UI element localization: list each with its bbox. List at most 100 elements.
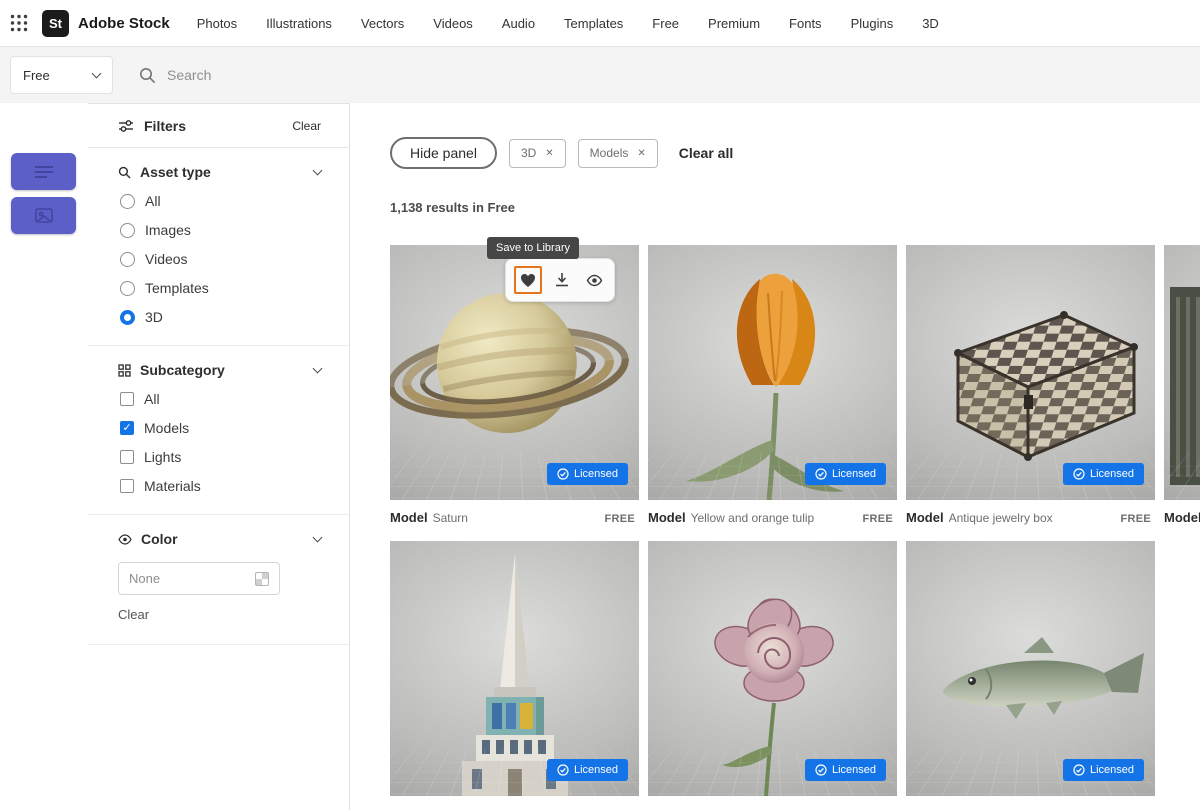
licensed-label: Licensed <box>832 764 876 776</box>
filters-header: Filters Clear <box>88 104 349 148</box>
asset-card-fish: Licensed <box>906 541 1155 796</box>
card-caption: Model Yellow and orange tulip FREE <box>648 510 897 525</box>
asset-thumbnail[interactable]: Licensed <box>390 541 639 796</box>
asset-card-tulip: Licensed Model Yellow and orange tulip F… <box>648 245 897 525</box>
color-value: None <box>129 571 160 586</box>
filter-chip-models[interactable]: Models ✕ <box>578 139 658 168</box>
subcategory-option-materials[interactable]: Materials <box>120 478 321 494</box>
color-section: Color None Clear <box>88 515 349 645</box>
subcategory-option-lights[interactable]: Lights <box>120 449 321 465</box>
option-label: Images <box>145 222 191 238</box>
licensed-label: Licensed <box>832 468 876 480</box>
checkbox-unchecked <box>120 392 134 406</box>
download-icon <box>554 272 570 288</box>
option-label: 3D <box>145 309 163 325</box>
asset-type-option-images[interactable]: Images <box>120 222 321 238</box>
stock-logo-badge: St <box>42 10 69 37</box>
heart-icon <box>520 273 536 288</box>
licensed-badge: Licensed <box>1063 463 1144 485</box>
nav-item-illustrations[interactable]: Illustrations <box>266 16 332 31</box>
asset-thumbnail[interactable] <box>1164 245 1200 500</box>
chip-label: Models <box>590 146 629 160</box>
save-to-library-button[interactable] <box>514 266 542 294</box>
asset-card-rose: Licensed <box>648 541 897 796</box>
asset-thumbnail[interactable]: Licensed <box>648 245 897 500</box>
asset-thumbnail[interactable]: Licensed <box>906 541 1155 796</box>
search-category-value: Free <box>23 68 50 83</box>
card-type: Model <box>1164 510 1200 525</box>
nav-item-audio[interactable]: Audio <box>502 16 535 31</box>
chevron-down-icon <box>313 166 323 176</box>
nav-item-free[interactable]: Free <box>652 16 679 31</box>
asset-type-header[interactable]: Asset type <box>118 164 321 180</box>
hide-panel-button[interactable]: Hide panel <box>390 137 497 169</box>
subcategory-option-models[interactable]: Models <box>120 420 321 436</box>
color-input[interactable]: None <box>118 562 280 595</box>
nav-item-premium[interactable]: Premium <box>708 16 760 31</box>
search-category-dropdown[interactable]: Free <box>10 56 113 94</box>
nav-item-plugins[interactable]: Plugins <box>851 16 894 31</box>
adobe-stock-logo[interactable]: St Adobe Stock <box>42 10 170 37</box>
search-input[interactable] <box>167 67 767 83</box>
subcategory-header[interactable]: Subcategory <box>118 362 321 378</box>
chevron-down-icon <box>313 364 323 374</box>
card-title[interactable]: Antique jewelry box <box>949 511 1116 525</box>
licensed-badge: Licensed <box>805 463 886 485</box>
asset-type-option-templates[interactable]: Templates <box>120 280 321 296</box>
download-button[interactable] <box>550 268 574 292</box>
radio-unselected <box>120 194 135 209</box>
filters-title: Filters <box>144 118 186 134</box>
asset-type-option-all[interactable]: All <box>120 193 321 209</box>
asset-type-option-3d[interactable]: 3D <box>120 309 321 325</box>
brand-name: Adobe Stock <box>78 15 170 32</box>
results-count: 1,138 results in Free <box>390 200 1200 215</box>
subcategory-option-all[interactable]: All <box>120 391 321 407</box>
remove-chip-icon[interactable]: ✕ <box>637 148 645 159</box>
quick-access-button-bottom[interactable] <box>11 197 76 234</box>
asset-thumbnail[interactable]: Licensed <box>648 541 897 796</box>
quick-access-button-top[interactable] <box>11 153 76 190</box>
chevron-down-icon <box>92 69 102 79</box>
image-icon <box>35 208 53 223</box>
nav-item-vectors[interactable]: Vectors <box>361 16 404 31</box>
filter-chip-3d[interactable]: 3D ✕ <box>509 139 566 168</box>
clear-all-link[interactable]: Clear all <box>679 145 733 161</box>
color-header[interactable]: Color <box>118 531 321 547</box>
nav-item-photos[interactable]: Photos <box>197 16 237 31</box>
nav-item-videos[interactable]: Videos <box>433 16 473 31</box>
lines-icon <box>34 165 54 179</box>
apps-grid-icon[interactable] <box>10 14 28 32</box>
search-icon <box>139 67 156 84</box>
check-circle-icon <box>1073 468 1085 480</box>
card-title[interactable]: Saturn <box>433 511 600 525</box>
licensed-badge: Licensed <box>1063 759 1144 781</box>
chevron-down-icon <box>313 533 323 543</box>
licensed-label: Licensed <box>1090 468 1134 480</box>
asset-type-title: Asset type <box>140 164 211 180</box>
filters-clear-link[interactable]: Clear <box>292 119 321 133</box>
checkbox-checked <box>120 421 134 435</box>
search-field <box>113 67 1190 84</box>
asset-thumbnail[interactable]: Licensed <box>906 245 1155 500</box>
asset-type-option-videos[interactable]: Videos <box>120 251 321 267</box>
licensed-label: Licensed <box>574 468 618 480</box>
sliders-icon <box>118 118 134 134</box>
remove-chip-icon[interactable]: ✕ <box>545 148 553 159</box>
card-title[interactable]: Yellow and orange tulip <box>691 511 858 525</box>
licensed-badge: Licensed <box>547 759 628 781</box>
grid-icon <box>118 364 131 377</box>
card-caption: Model <box>1164 510 1200 525</box>
nav-item-3d[interactable]: 3D <box>922 16 939 31</box>
asset-type-icon <box>118 166 131 179</box>
check-circle-icon <box>557 764 569 776</box>
color-clear-link[interactable]: Clear <box>118 607 149 622</box>
checkbox-unchecked <box>120 479 134 493</box>
preview-button[interactable] <box>582 268 606 292</box>
results-toolbar: Hide panel 3D ✕ Models ✕ Clear all <box>390 137 1200 169</box>
asset-card-jewelry-box: Licensed Model Antique jewelry box FREE <box>906 245 1155 525</box>
nav-item-fonts[interactable]: Fonts <box>789 16 822 31</box>
chip-label: 3D <box>521 146 536 160</box>
card-type: Model <box>390 510 428 525</box>
licensed-label: Licensed <box>1090 764 1134 776</box>
nav-item-templates[interactable]: Templates <box>564 16 623 31</box>
